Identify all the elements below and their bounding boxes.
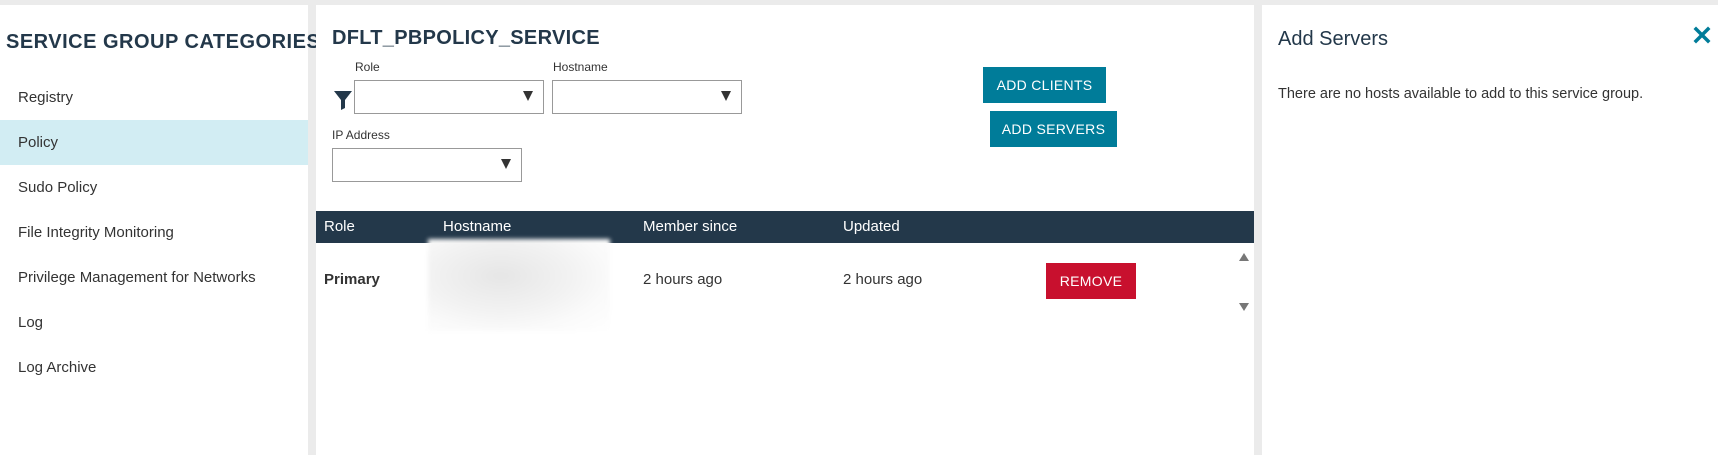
- add-clients-button[interactable]: ADD CLIENTS: [983, 67, 1106, 103]
- row-hostname-redacted: [428, 239, 610, 331]
- sidebar-item-log[interactable]: Log: [0, 300, 308, 345]
- table-row: Primary 2 hours ago 2 hours ago REMOVE: [316, 239, 1254, 331]
- column-header-role[interactable]: Role: [324, 211, 355, 243]
- scroll-up-arrow-icon[interactable]: [1239, 253, 1249, 261]
- panel-title: Add Servers: [1278, 28, 1389, 50]
- row-member-since: 2 hours ago: [643, 271, 723, 288]
- role-filter-label: Role: [355, 60, 380, 74]
- add-servers-panel: Add Servers There are no hosts available…: [1262, 5, 1718, 455]
- column-header-updated[interactable]: Updated: [843, 211, 900, 243]
- chevron-down-icon: [501, 159, 511, 169]
- sidebar: SERVICE GROUP CATEGORIES Registry Policy…: [0, 5, 320, 455]
- chevron-down-icon: [523, 91, 533, 101]
- sidebar-item-privilege-management-for-networks[interactable]: Privilege Management for Networks: [0, 255, 308, 300]
- column-header-member-since[interactable]: Member since: [643, 211, 737, 243]
- filter-icon[interactable]: [333, 89, 353, 111]
- row-role: Primary: [324, 271, 380, 288]
- close-icon[interactable]: [1693, 26, 1711, 44]
- hostname-filter-select[interactable]: [552, 80, 742, 114]
- chevron-down-icon: [721, 91, 731, 101]
- add-servers-button[interactable]: ADD SERVERS: [990, 111, 1117, 147]
- role-filter-select[interactable]: [354, 80, 544, 114]
- ip-address-filter-select[interactable]: [332, 148, 522, 182]
- empty-hosts-message: There are no hosts available to add to t…: [1278, 86, 1644, 102]
- sidebar-list: Registry Policy Sudo Policy File Integri…: [0, 75, 308, 390]
- scroll-down-arrow-icon[interactable]: [1239, 303, 1249, 311]
- app-root: SERVICE GROUP CATEGORIES Registry Policy…: [0, 0, 1718, 455]
- row-updated: 2 hours ago: [843, 271, 923, 288]
- sidebar-title: SERVICE GROUP CATEGORIES: [6, 31, 321, 53]
- hostname-filter-label: Hostname: [553, 60, 608, 74]
- ip-address-filter-label: IP Address: [332, 128, 390, 142]
- sidebar-item-log-archive[interactable]: Log Archive: [0, 345, 308, 390]
- main-panel: DFLT_PBPOLICY_SERVICE Role Hostname IP A…: [316, 5, 1254, 455]
- sidebar-item-registry[interactable]: Registry: [0, 75, 308, 120]
- sidebar-item-sudo-policy[interactable]: Sudo Policy: [0, 165, 308, 210]
- remove-button[interactable]: REMOVE: [1046, 263, 1136, 299]
- sidebar-item-policy[interactable]: Policy: [0, 120, 308, 165]
- page-title: DFLT_PBPOLICY_SERVICE: [332, 27, 600, 49]
- sidebar-item-file-integrity-monitoring[interactable]: File Integrity Monitoring: [0, 210, 308, 255]
